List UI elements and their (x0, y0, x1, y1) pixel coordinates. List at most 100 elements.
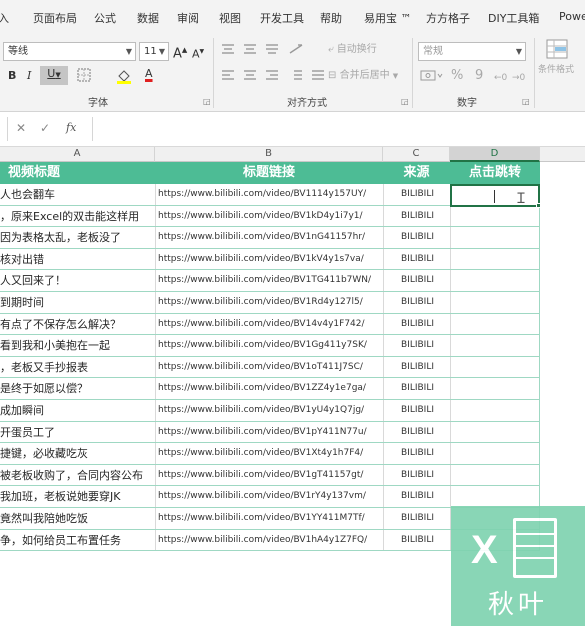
cell-jump[interactable] (450, 227, 540, 248)
cell-source[interactable]: BILIBILI (383, 508, 450, 529)
cell-title[interactable]: 看到我和小美抱在一起 (0, 335, 155, 356)
cell-jump[interactable] (450, 206, 540, 227)
cell-source[interactable]: BILIBILI (383, 422, 450, 443)
cell-jump[interactable] (450, 443, 540, 464)
cell-link[interactable]: https://www.bilibili.com/video/BV1Xt4y1h… (155, 443, 383, 464)
cell-title[interactable]: 开蛋员工了 (0, 422, 155, 443)
cell-link[interactable]: https://www.bilibili.com/video/BV1nG4115… (155, 227, 383, 248)
cell-jump[interactable] (450, 292, 540, 313)
column-header-c[interactable]: C (383, 147, 450, 162)
dialog-launcher-icon[interactable]: ◲ (401, 97, 409, 106)
cell-jump[interactable] (450, 249, 540, 270)
cell-link[interactable]: https://www.bilibili.com/video/BV1Rd4y12… (155, 292, 383, 313)
tab-page-layout[interactable]: 页面布局 (33, 10, 77, 26)
tab-power[interactable]: Powe (559, 10, 585, 23)
cell-source[interactable]: BILIBILI (383, 486, 450, 507)
cancel-icon[interactable]: ✕ (16, 121, 26, 135)
cell-link[interactable]: https://www.bilibili.com/video/BV1hA4y1Z… (155, 530, 383, 551)
cell-source[interactable]: BILIBILI (383, 249, 450, 270)
cell-jump[interactable] (450, 378, 540, 399)
tab-help[interactable]: 帮助 (320, 10, 342, 26)
cell-title[interactable]: 是终于如愿以偿？ (0, 378, 155, 399)
confirm-icon[interactable]: ✓ (40, 121, 50, 135)
shrink-font-button[interactable]: A▼ (192, 44, 204, 63)
cell-jump[interactable] (450, 486, 540, 507)
grow-font-button[interactable]: A▲ (173, 42, 187, 62)
increase-decimal-button[interactable]: ←0 (494, 70, 507, 86)
column-header-b[interactable]: B (155, 147, 383, 162)
cell-source[interactable]: BILIBILI (383, 530, 450, 551)
cell-source[interactable]: BILIBILI (383, 465, 450, 486)
cell-source[interactable]: BILIBILI (383, 443, 450, 464)
header-cell-source[interactable]: 来源 (383, 162, 450, 184)
horizontal-align-icons[interactable] (220, 68, 330, 82)
cell-title[interactable]: 核对出错 (0, 249, 155, 270)
active-cell-d2[interactable]: Ｉ (450, 184, 540, 207)
cell-source[interactable]: BILIBILI (383, 378, 450, 399)
column-header-blank[interactable] (540, 147, 585, 162)
header-cell-title[interactable]: 视频标题 (0, 162, 155, 184)
comma-button[interactable]: 9 (475, 68, 483, 84)
tab-fangfang[interactable]: 方方格子 (426, 10, 470, 26)
cell-title[interactable]: 有点了不保存怎么解决？ (0, 314, 155, 335)
italic-button[interactable]: I (27, 68, 31, 84)
cell-title[interactable]: 人也会翻车 (0, 184, 155, 205)
cell-jump[interactable] (450, 357, 540, 378)
font-color-button[interactable]: A (145, 66, 153, 82)
cell-link[interactable]: https://www.bilibili.com/video/BV1Gg411y… (155, 335, 383, 356)
tab-review[interactable]: 审阅 (177, 10, 199, 26)
cell-link[interactable]: https://www.bilibili.com/video/BV1oT411J… (155, 357, 383, 378)
cell-source[interactable]: BILIBILI (383, 357, 450, 378)
number-format-select[interactable]: 常规 ▼ (418, 42, 526, 61)
tab-formulas[interactable]: 公式 (94, 10, 116, 26)
tab-diy-toolbox[interactable]: DIY工具箱 (488, 10, 539, 26)
dialog-launcher-icon[interactable]: ◲ (522, 97, 530, 106)
cell-title[interactable]: ，老板又手抄报表 (0, 357, 155, 378)
dialog-launcher-icon[interactable]: ◲ (203, 97, 211, 106)
cell-link[interactable]: https://www.bilibili.com/video/BV1TG411b… (155, 270, 383, 291)
fill-color-button[interactable] (116, 68, 132, 89)
cell-link[interactable]: https://www.bilibili.com/video/BV1gT4115… (155, 465, 383, 486)
tab-view[interactable]: 视图 (219, 10, 241, 26)
conditional-format-button[interactable] (545, 38, 569, 65)
tab-developer[interactable]: 开发工具 (260, 10, 304, 26)
merge-center-button[interactable]: ⊟ 合并后居中 ▼ (328, 68, 398, 84)
font-name-select[interactable]: 等线 ▼ (3, 42, 136, 61)
cell-source[interactable]: BILIBILI (383, 400, 450, 421)
cell-source[interactable]: BILIBILI (383, 292, 450, 313)
cell-link[interactable]: https://www.bilibili.com/video/BV1114y15… (155, 184, 383, 205)
fill-handle[interactable] (536, 203, 541, 208)
font-size-select[interactable]: 11 ▼ (139, 42, 169, 61)
cell-title[interactable]: 因为表格太乱，老板没了 (0, 227, 155, 248)
cell-link[interactable]: https://www.bilibili.com/video/BV1rY4y13… (155, 486, 383, 507)
column-header-d[interactable]: D (450, 147, 540, 162)
bold-button[interactable]: B (8, 68, 16, 84)
cell-source[interactable]: BILIBILI (383, 314, 450, 335)
tab-data[interactable]: 数据 (137, 10, 159, 26)
cell-title[interactable]: 竟然叫我陪她吃饭 (0, 508, 155, 529)
cell-jump[interactable] (450, 465, 540, 486)
cell-title[interactable]: 到期时间 (0, 292, 155, 313)
tab-insert[interactable]: 入 (0, 10, 9, 26)
cell-link[interactable]: https://www.bilibili.com/video/BV14v4y1F… (155, 314, 383, 335)
cell-link[interactable]: https://www.bilibili.com/video/BV1kD4y1i… (155, 206, 383, 227)
accounting-format-button[interactable] (420, 68, 444, 87)
cell-jump[interactable] (450, 335, 540, 356)
cell-title[interactable]: 成加瞬间 (0, 400, 155, 421)
cell-title[interactable]: ，原来Excel的双击能这样用 (0, 206, 155, 227)
cell-jump[interactable] (450, 400, 540, 421)
cell-title[interactable]: 捷键，必收藏吃灰 (0, 443, 155, 464)
cell-link[interactable]: https://www.bilibili.com/video/BV1YY411M… (155, 508, 383, 529)
cell-title[interactable]: 我加班，老板说她要穿JK (0, 486, 155, 507)
cell-source[interactable]: BILIBILI (383, 335, 450, 356)
column-header-a[interactable]: A (0, 147, 155, 162)
cell-source[interactable]: BILIBILI (383, 184, 450, 205)
vertical-align-icons[interactable] (220, 42, 320, 56)
decrease-decimal-button[interactable]: →0 (512, 70, 525, 86)
cell-link[interactable]: https://www.bilibili.com/video/BV1ZZ4y1e… (155, 378, 383, 399)
header-cell-jump[interactable]: 点击跳转 (450, 162, 540, 184)
cell-jump[interactable] (450, 270, 540, 291)
cell-link[interactable]: https://www.bilibili.com/video/BV1pY411N… (155, 422, 383, 443)
name-box[interactable] (0, 117, 8, 141)
cell-source[interactable]: BILIBILI (383, 227, 450, 248)
